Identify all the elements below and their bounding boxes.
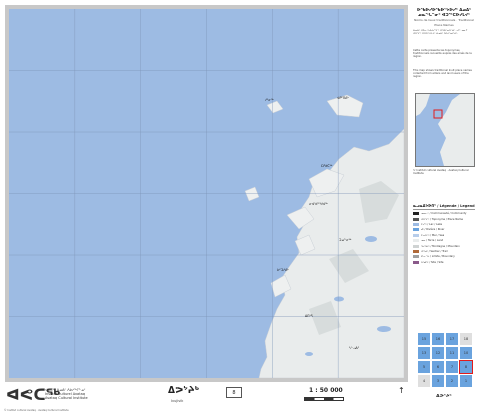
map-canvas[interactable]: ᐊᑭᑦᑎᕕᒃ ᓯᕐᓂᕐᒃ ᑕᑭᑯᑖᖅ ᓂᐊᖁᓐᖑᐊᖅ ᐅᑦᑐᓯᕕᒃ ᑐᓄᓐᓂᖅ … <box>9 9 404 378</box>
place-label: ᓴᓪᓗᐃᑦ <box>349 346 360 350</box>
legend-swatch <box>413 255 419 259</box>
legend-label: ᐱᖁᑎᑦ / Site / Site <box>421 260 444 264</box>
sheet-index-cell[interactable]: 10 <box>459 346 473 360</box>
lake <box>334 296 344 302</box>
sheet-index-cell[interactable]: 18 <box>459 332 473 346</box>
sidebar-subtitle: Noms de lieux traditionnels · Traditiona… <box>414 18 474 27</box>
legend-label: ᐊᖅᑯᑦ / Sentier / Trail <box>421 249 448 253</box>
location-inset-map <box>415 93 475 167</box>
sheet-index-cell[interactable]: 8 <box>459 360 473 374</box>
scale-bar <box>304 397 344 401</box>
intro-paragraph-english: This map shows traditional Inuit place n… <box>413 69 472 79</box>
place-label: ᐊᑭᑦᑎᕕᒃ <box>337 95 349 100</box>
sheet-index-cell[interactable]: 17 <box>445 332 459 346</box>
map-footer: ᐊᕙᑕᖅ ᐊᕙᑕᖅ ᐃᓄᐃᑦ ᐱᐅᓯᖏᓐᓄᑦ Institut culturel… <box>0 382 410 414</box>
institute-name: ᐊᕙᑕᖅ ᐃᓄᐃᑦ ᐱᐅᓯᖏᓐᓄᑦ Institut culturel Avat… <box>45 388 88 401</box>
legend-label: ᐊᑎᖏᑦ / Toponyme / Place Name <box>421 217 463 221</box>
copyright-note: © Institut culturel Avataq · Avataq Cult… <box>4 409 69 412</box>
place-label: ᐃᑎᕐᕋ <box>305 314 313 318</box>
lake <box>377 326 391 332</box>
map-graphic: ᐊᑭᑦᑎᕕᒃ ᓯᕐᓂᕐᒃ ᑕᑭᑯᑖᖅ ᓂᐊᖁᓐᖑᐊᖅ ᐅᑦᑐᓯᕕᒃ ᑐᓄᓐᓂᖅ … <box>9 9 404 378</box>
lake <box>305 352 313 356</box>
legend-swatch <box>413 239 419 243</box>
sheet-index-cell[interactable]: 16 <box>431 332 445 346</box>
legend-label: ᓄᓇ / Terre / Land <box>421 239 444 243</box>
sheet-index-cell[interactable]: 6 <box>431 360 445 374</box>
place-label: ᓂᐊᖁᓐᖑᐊᖅ <box>309 201 328 206</box>
credits-paragraph: © Institut culturel Avataq · Avataq Cult… <box>413 169 469 176</box>
institute-name-english: Avataq Cultural Institute <box>45 396 88 401</box>
sidebar-sheet-name: ᐃᕗᔾᔨᒃ <box>436 394 452 399</box>
legend: ᓄᓇᓕᑦ / Communauté / Community ᐊᑎᖏᑦ / Topo… <box>413 211 475 265</box>
legend-swatch <box>413 260 419 264</box>
legend-label: ᑭᒡᓕᖓ / Limite / Boundary <box>421 255 455 259</box>
legend-swatch <box>413 222 419 226</box>
sheet-index-cell[interactable]: 1 <box>459 374 473 388</box>
intro-paragraph-french: Cette carte présente les toponymes tradi… <box>413 49 472 59</box>
legend-swatch <box>413 217 419 221</box>
legend-label: ᑕᓯᖅ / Lac / Lake <box>421 222 443 226</box>
sidebar: ᐅᖃᐅᓯᐅᖃᐅᔾᔭᐅᓯᑦ ᐃᓄᐃᑦ ᓄᓇᖓᓐᓂᑦ ᐊᑐᖅᑕᐅᓯᒪᔪᑦ Noms … <box>411 5 477 409</box>
sheet-index-cell[interactable]: 12 <box>431 346 445 360</box>
place-label: ᓯᕐᓂᕐᒃ <box>265 98 274 102</box>
legend-swatch <box>413 212 419 216</box>
legend-label: ᓄᓇᓕᑦ / Communauté / Community <box>421 212 467 216</box>
legend-title: ᓇᓗᓇᐃᔭᐅᑎᑦ / Légende / Legend <box>413 204 475 210</box>
sheet-index-cell[interactable]: 5 <box>417 360 431 374</box>
map-scale: 1 : 50 000 <box>309 387 343 394</box>
legend-item: ᐱᖁᑎᑦ / Site / Site <box>413 260 475 265</box>
north-arrow-icon: ↑ <box>398 386 405 395</box>
legend-swatch <box>413 233 419 237</box>
sheet-index-cell[interactable]: 13 <box>417 346 431 360</box>
map-title-syllabic: ᐃᕗᔾᔨᒃ <box>168 386 200 396</box>
inset-map-graphic <box>416 94 474 166</box>
legend-label: ᖃᖅᑲᖅ / Montagne / Mountain <box>421 244 460 248</box>
place-label: ᐅᑦᑐᓯᕕᒃ <box>277 267 289 272</box>
legend-label: ᑕᕆᐅᖅ / Mer / Sea <box>421 233 445 237</box>
legend-swatch <box>413 228 419 232</box>
sheet-index-grid[interactable]: 15 16 17 18 13 12 11 10 5 6 7 8 4 3 2 1 <box>417 332 473 388</box>
legend-swatch <box>413 244 419 248</box>
sheet-index-cell[interactable]: 11 <box>445 346 459 360</box>
sheet-index-cell[interactable]: 3 <box>431 374 445 388</box>
legend-label: ᑰᒃ / Rivière / River <box>421 228 445 232</box>
place-label: ᑕᑭᑯᑖᖅ <box>321 163 333 168</box>
legend-swatch <box>413 249 419 253</box>
place-label: ᑐᓄᓐᓂᖅ <box>339 238 352 242</box>
lake <box>365 236 377 242</box>
sheet-index-cell[interactable]: 2 <box>445 374 459 388</box>
sidebar-title: ᐅᖃᐅᓯᐅᖃᐅᔾᔭᐅᓯᑦ ᐃᓄᐃᑦ ᓄᓇᖓᓐᓂᑦ ᐊᑐᖅᑕᐅᓯᒪᔪᑦ Noms … <box>411 7 477 27</box>
sheet-index-cell[interactable]: 4 <box>417 374 431 388</box>
map-title-latin: Ivujivik <box>171 399 184 403</box>
sheet-number: 8 <box>226 387 242 398</box>
sheet-index-cell[interactable]: 15 <box>417 332 431 346</box>
sheet-index-cell[interactable]: 7 <box>445 360 459 374</box>
intro-paragraph-inuktitut: ᐃᓄᐃᑦ ᐊᐅᓚᔾᔭᐃᒍᓯᖏᑦ ᐊᑐᐃᓐᓇᐅᖁᓪᓗᒋᑦ ᓄᓇᒥ ᐊᑎᖏᑦ ᑎᑎᕋ… <box>413 29 468 36</box>
